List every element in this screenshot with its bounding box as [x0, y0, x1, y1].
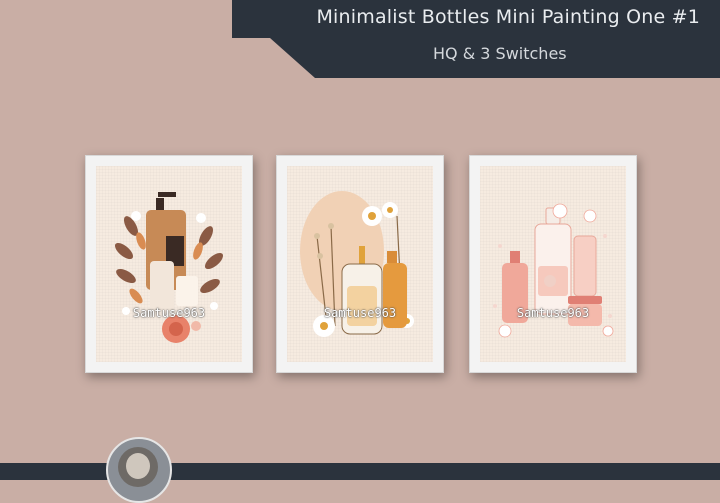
page-subtitle: HQ & 3 Switches — [433, 44, 567, 63]
avatar-face — [126, 453, 150, 479]
painting-2-art — [300, 191, 414, 337]
watermark-1: Samtuse963 — [132, 306, 206, 320]
painting-frame-3[interactable]: Samtuse963 — [469, 155, 637, 373]
painting-frame-1[interactable]: Samtuse963 — [85, 155, 253, 373]
page-title: Minimalist Bottles Mini Painting One #1 — [316, 6, 700, 28]
watermark-3: Samtuse963 — [516, 306, 590, 320]
creator-avatar[interactable] — [106, 437, 172, 503]
watermark-2: Samtuse963 — [323, 306, 397, 320]
painting-3-art — [493, 203, 614, 338]
painting-frame-2[interactable]: Samtuse963 — [276, 155, 444, 373]
painting-1-canvas: Samtuse963 — [96, 166, 242, 362]
painting-3-canvas: Samtuse963 — [480, 166, 626, 362]
painting-2-canvas: Samtuse963 — [287, 166, 433, 362]
painting-1-art — [114, 192, 224, 343]
header-banner: Minimalist Bottles Mini Painting One #1 … — [0, 0, 720, 80]
